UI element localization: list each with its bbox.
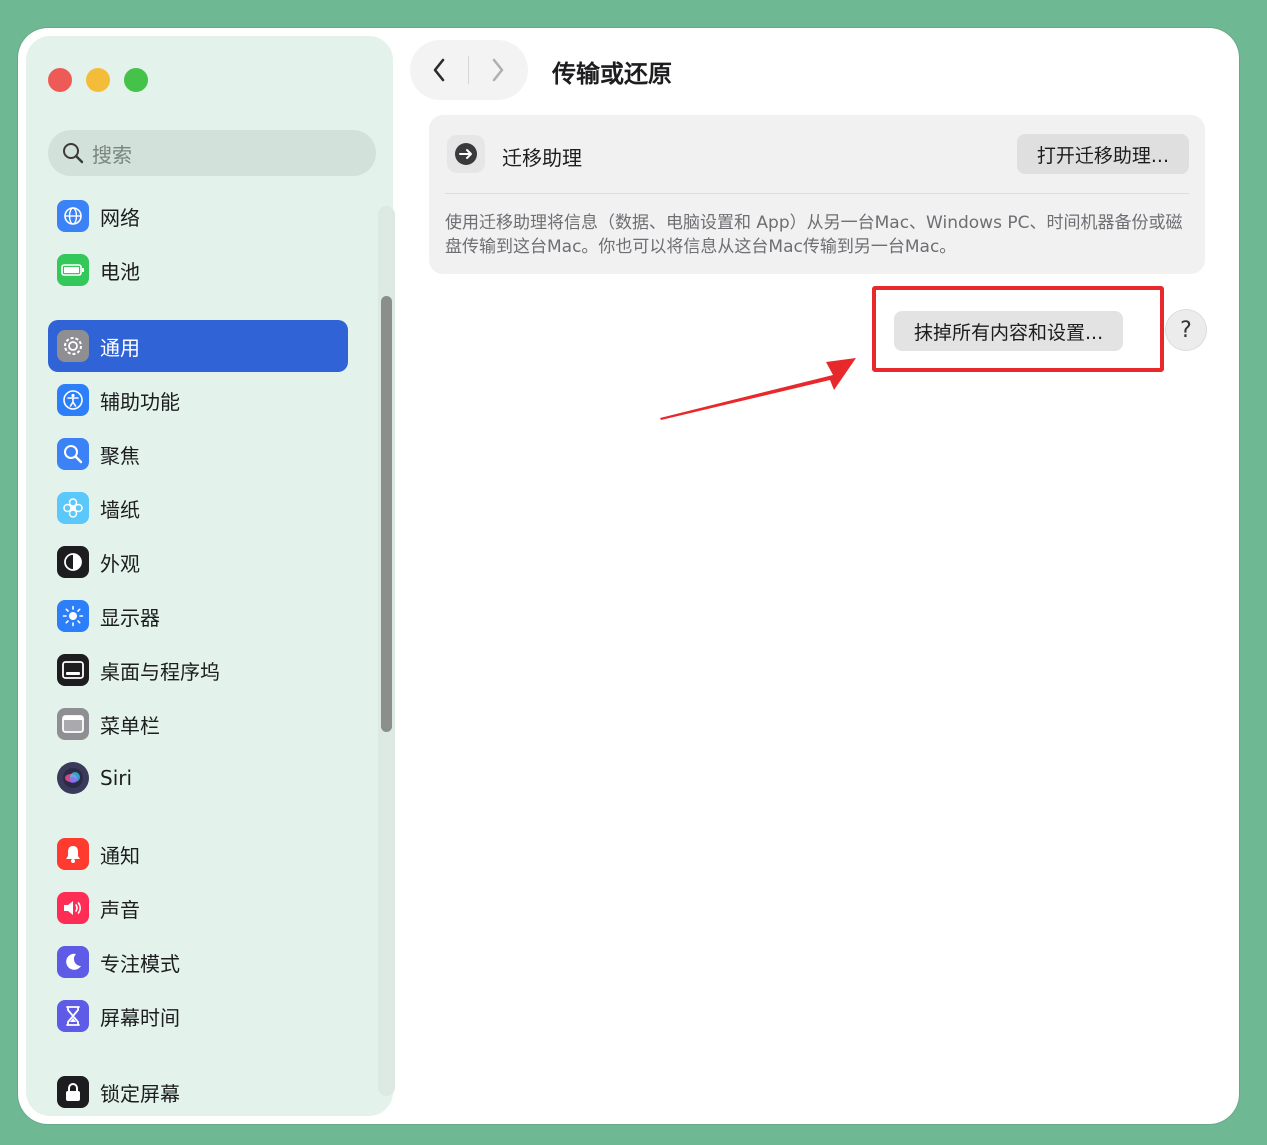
red-arrow-annotation bbox=[660, 358, 856, 420]
close-window-button[interactable] bbox=[48, 68, 72, 92]
sidebar-item-label: 墙纸 bbox=[100, 497, 140, 522]
sidebar-item-general[interactable]: 通用 bbox=[48, 320, 348, 372]
sidebar-item-label: 电池 bbox=[100, 259, 140, 284]
settings-window: 搜索 网络 电池 通用 辅助功能 聚焦 墙纸 外观 显示器 桌面与程序坞 菜单栏… bbox=[18, 28, 1239, 1124]
dock-icon bbox=[57, 654, 89, 686]
sidebar-item-label: 通知 bbox=[100, 843, 140, 868]
speaker-icon bbox=[57, 892, 89, 924]
siri-icon bbox=[57, 762, 89, 794]
page-title: 传输或还原 bbox=[552, 60, 672, 88]
chevron-left-icon bbox=[433, 58, 445, 82]
magnifier-icon bbox=[57, 438, 89, 470]
menubar-icon bbox=[57, 708, 89, 740]
appearance-icon bbox=[57, 546, 89, 578]
bell-icon bbox=[57, 838, 89, 870]
sidebar-item-label: 菜单栏 bbox=[100, 713, 160, 738]
accessibility-icon bbox=[57, 384, 89, 416]
sidebar-item-screen-time[interactable]: 屏幕时间 bbox=[48, 990, 348, 1042]
sidebar-item-label: 声音 bbox=[100, 897, 140, 922]
sidebar-item-lock-screen[interactable]: 锁定屏幕 bbox=[48, 1066, 348, 1118]
sidebar-item-label: Siri bbox=[100, 766, 133, 790]
zoom-window-button[interactable] bbox=[124, 68, 148, 92]
sidebar-item-label: 聚焦 bbox=[100, 443, 140, 468]
migration-assistant-card: 迁移助理 打开迁移助理... 使用迁移助理将信息（数据、电脑设置和 App）从另… bbox=[429, 115, 1205, 274]
sidebar-item-label: 专注模式 bbox=[100, 951, 180, 976]
sidebar-item-spotlight[interactable]: 聚焦 bbox=[48, 428, 348, 480]
battery-icon bbox=[57, 254, 89, 286]
sidebar-item-battery[interactable]: 电池 bbox=[48, 244, 348, 296]
sidebar-item-label: 外观 bbox=[100, 551, 140, 576]
sidebar-item-sound[interactable]: 声音 bbox=[48, 882, 348, 934]
flower-icon bbox=[57, 492, 89, 524]
sidebar-item-label: 锁定屏幕 bbox=[100, 1081, 180, 1106]
forward-button[interactable] bbox=[469, 40, 527, 100]
sun-icon bbox=[57, 600, 89, 632]
sidebar-item-appearance[interactable]: 外观 bbox=[48, 536, 348, 588]
minimize-window-button[interactable] bbox=[86, 68, 110, 92]
migration-assistant-title: 迁移助理 bbox=[502, 146, 582, 170]
sidebar-item-label: 屏幕时间 bbox=[100, 1005, 180, 1030]
hourglass-icon bbox=[57, 1000, 89, 1032]
sidebar-item-desktop-dock[interactable]: 桌面与程序坞 bbox=[48, 644, 348, 696]
sidebar-item-label: 通用 bbox=[100, 335, 140, 360]
moon-icon bbox=[57, 946, 89, 978]
navigation-buttons bbox=[410, 40, 528, 100]
sidebar-item-focus[interactable]: 专注模式 bbox=[48, 936, 348, 988]
divider bbox=[445, 193, 1189, 194]
sidebar-item-accessibility[interactable]: 辅助功能 bbox=[48, 374, 348, 426]
lock-icon bbox=[57, 1076, 89, 1108]
sidebar-item-label: 显示器 bbox=[100, 605, 160, 630]
open-migration-assistant-button[interactable]: 打开迁移助理... bbox=[1016, 134, 1189, 174]
chevron-right-icon bbox=[492, 58, 504, 82]
search-icon bbox=[63, 143, 84, 164]
sidebar-item-displays[interactable]: 显示器 bbox=[48, 590, 348, 642]
sidebar-item-siri[interactable]: Siri bbox=[48, 752, 348, 804]
highlight-box bbox=[872, 286, 1164, 372]
migration-assistant-icon bbox=[447, 135, 485, 173]
gear-icon bbox=[57, 330, 89, 362]
sidebar: 搜索 网络 电池 通用 辅助功能 聚焦 墙纸 外观 显示器 桌面与程序坞 菜单栏… bbox=[26, 36, 395, 1118]
sidebar-scroll-thumb[interactable] bbox=[381, 296, 392, 732]
sidebar-item-wallpaper[interactable]: 墙纸 bbox=[48, 482, 348, 534]
globe-icon bbox=[57, 200, 89, 232]
back-button[interactable] bbox=[410, 40, 468, 100]
sidebar-item-notifications[interactable]: 通知 bbox=[48, 828, 348, 880]
search-placeholder: 搜索 bbox=[92, 142, 132, 167]
sidebar-item-label: 网络 bbox=[100, 205, 140, 230]
sidebar-item-label: 桌面与程序坞 bbox=[100, 659, 220, 684]
search-input[interactable]: 搜索 bbox=[48, 130, 376, 176]
sidebar-item-menubar[interactable]: 菜单栏 bbox=[48, 698, 348, 750]
migration-description: 使用迁移助理将信息（数据、电脑设置和 App）从另一台Mac、Windows P… bbox=[445, 213, 1183, 257]
sidebar-scrollbar[interactable] bbox=[378, 206, 395, 1096]
sidebar-item-label: 辅助功能 bbox=[100, 389, 180, 414]
help-button[interactable]: ? bbox=[1166, 310, 1206, 350]
sidebar-item-network[interactable]: 网络 bbox=[48, 190, 348, 242]
